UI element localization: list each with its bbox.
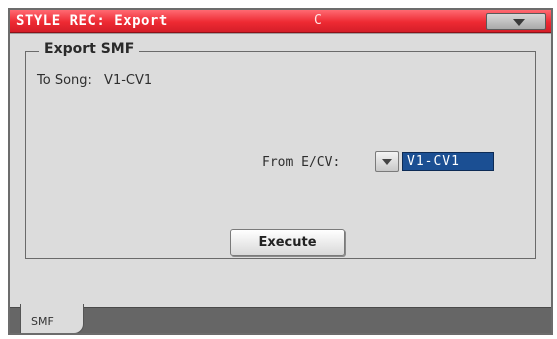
tab-smf[interactable]: SMF: [20, 304, 84, 333]
execute-button[interactable]: Execute: [230, 229, 345, 256]
content-panel: Export SMF To Song: V1-CV1 From E/CV: V1…: [10, 34, 551, 307]
display-screen: STYLE REC: Export C Export SMF To Song: …: [8, 8, 553, 335]
tab-bar: SMF: [10, 304, 551, 333]
title-bar: STYLE REC: Export C: [10, 10, 551, 33]
to-song-value: V1-CV1: [104, 73, 153, 88]
dropdown-button[interactable]: [375, 151, 399, 172]
group-title: Export SMF: [39, 41, 140, 57]
from-ecv-value[interactable]: V1-CV1: [402, 152, 494, 171]
key-indicator: C: [314, 13, 322, 28]
chevron-down-icon: [382, 159, 392, 165]
to-song-row: To Song: V1-CV1: [37, 73, 152, 88]
from-ecv-dropdown[interactable]: V1-CV1: [375, 151, 497, 172]
export-smf-group: Export SMF To Song: V1-CV1 From E/CV: V1…: [25, 41, 536, 259]
page-menu-button[interactable]: [486, 13, 546, 30]
to-song-label: To Song:: [37, 73, 92, 88]
from-ecv-label: From E/CV:: [262, 155, 341, 170]
page-title: STYLE REC: Export: [16, 13, 168, 29]
chevron-down-icon: [513, 19, 525, 26]
